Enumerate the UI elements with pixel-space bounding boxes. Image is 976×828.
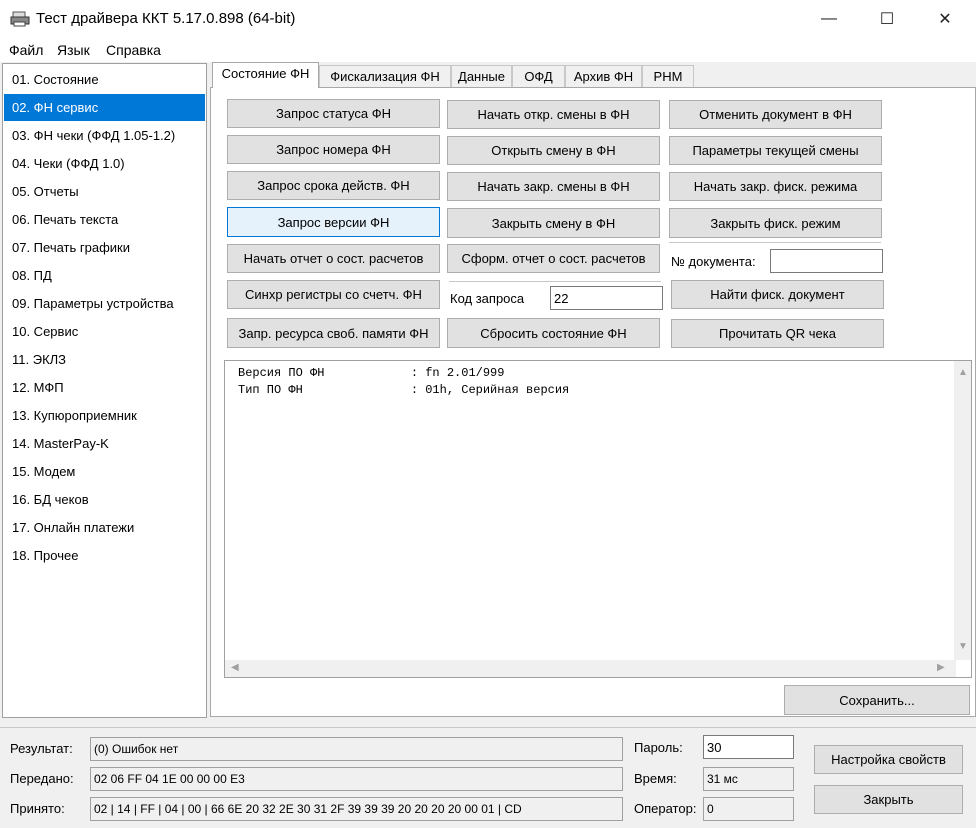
horizontal-scrollbar[interactable]: ◀ ▶ — [225, 660, 956, 677]
menu-file[interactable]: Файл — [9, 42, 43, 58]
time-field: 31 мс — [703, 767, 794, 791]
cancel-fn-document-button[interactable]: Отменить документ в ФН — [669, 100, 882, 129]
sidebar-item-service[interactable]: 10. Сервис — [4, 318, 205, 345]
time-label: Время: — [634, 771, 677, 786]
window-title: Тест драйвера ККТ 5.17.0.898 (64-bit) — [36, 10, 296, 27]
operator-field: 0 — [703, 797, 794, 821]
sidebar-item-fn-receipts[interactable]: 03. ФН чеки (ФФД 1.05-1.2) — [4, 122, 205, 149]
tab-data[interactable]: Данные — [451, 65, 512, 87]
find-fiscal-document-button[interactable]: Найти фиск. документ — [671, 280, 884, 309]
close-fiscal-mode-button[interactable]: Закрыть фиск. режим — [669, 208, 882, 238]
scroll-right-icon[interactable]: ▶ — [937, 662, 945, 673]
result-label: Результат: — [10, 741, 73, 756]
sidebar-item-pd[interactable]: 08. ПД — [4, 262, 205, 289]
output-log[interactable]: Версия ПО ФН : fn 2.01/999 Тип ПО ФН : 0… — [224, 360, 972, 678]
sidebar-item-modem[interactable]: 15. Модем — [4, 458, 205, 485]
sidebar-item-online-payments[interactable]: 17. Онлайн платежи — [4, 514, 205, 541]
request-fn-validity-button[interactable]: Запрос срока действ. ФН — [227, 171, 440, 200]
separator-line — [449, 281, 661, 282]
output-text: Версия ПО ФН : fn 2.01/999 Тип ПО ФН : 0… — [238, 366, 570, 397]
tab-rnm[interactable]: РНМ — [642, 65, 694, 87]
sidebar-item-print-graphics[interactable]: 07. Печать графики — [4, 234, 205, 261]
open-shift-button[interactable]: Открыть смену в ФН — [447, 136, 660, 165]
start-close-fiscal-mode-button[interactable]: Начать закр. фиск. режима — [669, 172, 882, 201]
sidebar-item-other[interactable]: 18. Прочее — [4, 542, 205, 569]
sidebar-item-reports[interactable]: 05. Отчеты — [4, 178, 205, 205]
start-open-shift-button[interactable]: Начать откр. смены в ФН — [447, 100, 660, 129]
sidebar-item-masterpay[interactable]: 14. MasterPay-K — [4, 430, 205, 457]
tab-fn-status[interactable]: Состояние ФН — [212, 62, 319, 88]
operator-label: Оператор: — [634, 801, 697, 816]
settings-button[interactable]: Настройка свойств — [814, 745, 963, 774]
scroll-left-icon[interactable]: ◀ — [231, 662, 239, 673]
printer-icon — [10, 11, 30, 27]
title-bar: Тест драйвера ККТ 5.17.0.898 (64-bit) — … — [0, 0, 976, 38]
maximize-button[interactable]: ☐ — [858, 0, 916, 38]
result-field: (0) Ошибок нет — [90, 737, 623, 761]
start-close-shift-button[interactable]: Начать закр. смены в ФН — [447, 172, 660, 201]
status-separator — [0, 727, 976, 728]
request-free-memory-button[interactable]: Запр. ресурса своб. памяти ФН — [227, 318, 440, 348]
close-button[interactable]: Закрыть — [814, 785, 963, 814]
doc-number-input[interactable] — [770, 249, 883, 273]
vertical-scrollbar[interactable]: ▲ ▼ — [954, 361, 971, 660]
form-calc-report-button[interactable]: Сформ. отчет о сост. расчетов — [447, 244, 660, 273]
received-field: 02 | 14 | FF | 04 | 00 | 66 6E 20 32 2E … — [90, 797, 623, 821]
start-calc-report-button[interactable]: Начать отчет о сост. расчетов — [227, 244, 440, 273]
read-qr-button[interactable]: Прочитать QR чека — [671, 319, 884, 348]
password-input[interactable]: 30 — [703, 735, 794, 759]
request-fn-version-button[interactable]: Запрос версии ФН — [227, 207, 440, 237]
sidebar-item-fn-service[interactable]: 02. ФН сервис — [4, 94, 205, 121]
scroll-down-icon[interactable]: ▼ — [958, 641, 968, 652]
sidebar-item-receipt-db[interactable]: 16. БД чеков — [4, 486, 205, 513]
request-fn-status-button[interactable]: Запрос статуса ФН — [227, 99, 440, 128]
close-shift-button[interactable]: Закрыть смену в ФН — [447, 208, 660, 238]
sidebar-item-receipts[interactable]: 04. Чеки (ФФД 1.0) — [4, 150, 205, 177]
request-code-input[interactable]: 22 — [550, 286, 663, 310]
save-button[interactable]: Сохранить... — [784, 685, 970, 715]
sent-field: 02 06 FF 04 1E 00 00 00 E3 — [90, 767, 623, 791]
sidebar-item-eklz[interactable]: 11. ЭКЛЗ — [4, 346, 205, 373]
scroll-up-icon[interactable]: ▲ — [958, 367, 968, 378]
minimize-button[interactable]: — — [800, 0, 858, 38]
separator-line — [669, 242, 881, 243]
sidebar-item-device-params[interactable]: 09. Параметры устройства — [4, 290, 205, 317]
sent-label: Передано: — [10, 771, 74, 786]
sidebar-item-status[interactable]: 01. Состояние — [4, 66, 205, 93]
request-fn-number-button[interactable]: Запрос номера ФН — [227, 135, 440, 164]
current-shift-params-button[interactable]: Параметры текущей смены — [669, 136, 882, 165]
password-label: Пароль: — [634, 740, 683, 755]
menu-language[interactable]: Язык — [57, 42, 90, 58]
received-label: Принято: — [10, 801, 65, 816]
tab-fiscalization[interactable]: Фискализация ФН — [319, 65, 451, 87]
tab-ofd[interactable]: ОФД — [512, 65, 565, 87]
doc-number-label: № документа: — [671, 254, 756, 269]
menu-help[interactable]: Справка — [106, 42, 161, 58]
sidebar-item-mfp[interactable]: 12. МФП — [4, 374, 205, 401]
sidebar-item-bill-acceptor[interactable]: 13. Купюроприемник — [4, 402, 205, 429]
sidebar: 01. Состояние 02. ФН сервис 03. ФН чеки … — [2, 63, 207, 718]
reset-fn-state-button[interactable]: Сбросить состояние ФН — [447, 318, 660, 348]
sidebar-item-print-text[interactable]: 06. Печать текста — [4, 206, 205, 233]
menu-bar: Файл Язык Справка — [0, 38, 976, 62]
close-window-button[interactable]: ✕ — [916, 0, 974, 38]
request-code-label: Код запроса — [450, 291, 525, 306]
tab-fn-archive[interactable]: Архив ФН — [565, 65, 642, 87]
sync-registers-button[interactable]: Синхр регистры со счетч. ФН — [227, 280, 440, 309]
